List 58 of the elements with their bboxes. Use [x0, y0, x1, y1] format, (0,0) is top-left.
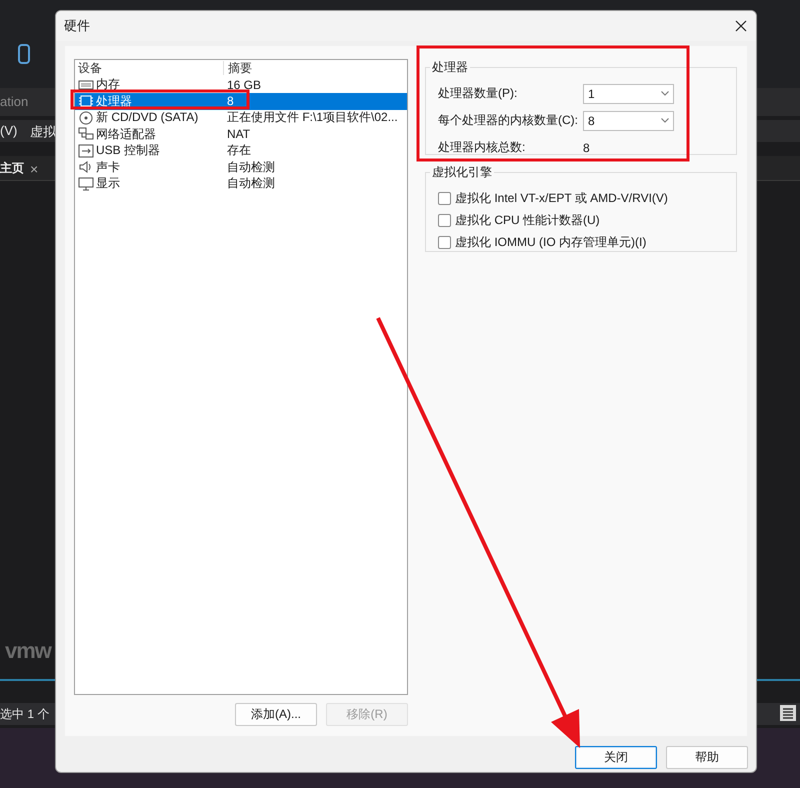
caret-icon	[661, 91, 669, 96]
app-title: ation	[0, 94, 28, 109]
device-row[interactable]: 网络适配器 NAT	[75, 126, 407, 142]
column-header: 摘要	[228, 60, 252, 75]
dropdown[interactable]: 1	[583, 84, 674, 104]
group-title: 处理器	[431, 59, 469, 76]
device-row[interactable]: USB 控制器 存在	[75, 142, 407, 159]
dropdown[interactable]: 8	[583, 110, 674, 130]
column-header: 设备	[78, 60, 102, 77]
device-summary: 自动检测	[227, 176, 275, 190]
memory-icon	[78, 78, 94, 92]
device-summary: 存在	[227, 143, 251, 158]
tab-close-button[interactable]: ×	[30, 160, 38, 176]
monitor-icon	[78, 176, 94, 191]
checkbox[interactable]	[438, 214, 451, 226]
window-title: 硬件	[64, 17, 90, 35]
device-name: 显示	[96, 175, 120, 192]
add-button[interactable]: 添加(A)...	[235, 703, 317, 726]
network-icon	[78, 127, 94, 142]
device-row[interactable]: 处理器 8	[75, 93, 407, 110]
close-icon[interactable]	[734, 19, 748, 33]
field-label: 处理器内核总数:	[438, 139, 526, 156]
field-label: 每个处理器的内核数量(C):	[438, 112, 579, 129]
disc-icon	[78, 110, 94, 125]
device-name: 处理器	[96, 92, 132, 110]
device-name: USB 控制器	[96, 142, 160, 160]
device-row[interactable]: 声卡 自动检测	[75, 159, 407, 176]
phone-icon	[17, 44, 31, 64]
chip-icon	[78, 94, 94, 108]
checkbox[interactable]	[438, 192, 451, 204]
device-name: 新 CD/DVD (SATA)	[96, 109, 198, 126]
caret-icon	[661, 118, 669, 123]
device-summary: 16 GB	[227, 78, 262, 92]
device-row[interactable]: 显示 自动检测	[75, 176, 407, 192]
status-text: 选中 1 个	[0, 706, 50, 723]
usb-icon	[78, 144, 94, 158]
menu-item[interactable]: (V)	[0, 123, 18, 138]
help-button[interactable]: 帮助	[666, 746, 748, 769]
checkbox-label: 虚拟化 IOMMU (IO 内存管理单元)(I)	[455, 234, 646, 250]
device-summary: 自动检测	[227, 160, 275, 174]
device-name: 网络适配器	[96, 126, 156, 143]
device-row[interactable]: 新 CD/DVD (SATA) 正在使用文件 F:\1项目软件\02...	[75, 110, 407, 126]
home-tab[interactable]: 主页	[0, 160, 24, 177]
device-row[interactable]: 内存 16 GB	[75, 76, 407, 93]
field-label: 处理器数量(P):	[438, 85, 518, 102]
device-name: 内存	[96, 76, 120, 94]
logo-text: vmw	[5, 638, 51, 664]
menu-item[interactable]: 虚拟	[30, 123, 56, 141]
device-name: 声卡	[96, 158, 120, 176]
total-value: 8	[583, 140, 590, 154]
checkbox-label: 虚拟化 CPU 性能计数器(U)	[455, 212, 600, 228]
device-summary: NAT	[227, 127, 250, 142]
group-title: 虚拟化引擎	[431, 164, 493, 181]
checkbox-label: 虚拟化 Intel VT-x/EPT 或 AMD-V/RVI(V)	[455, 190, 668, 206]
device-summary: 正在使用文件 F:\1项目软件\02...	[227, 110, 398, 124]
device-summary: 8	[227, 94, 234, 108]
close-button[interactable]: 关闭	[575, 746, 657, 769]
checkbox[interactable]	[438, 236, 451, 248]
